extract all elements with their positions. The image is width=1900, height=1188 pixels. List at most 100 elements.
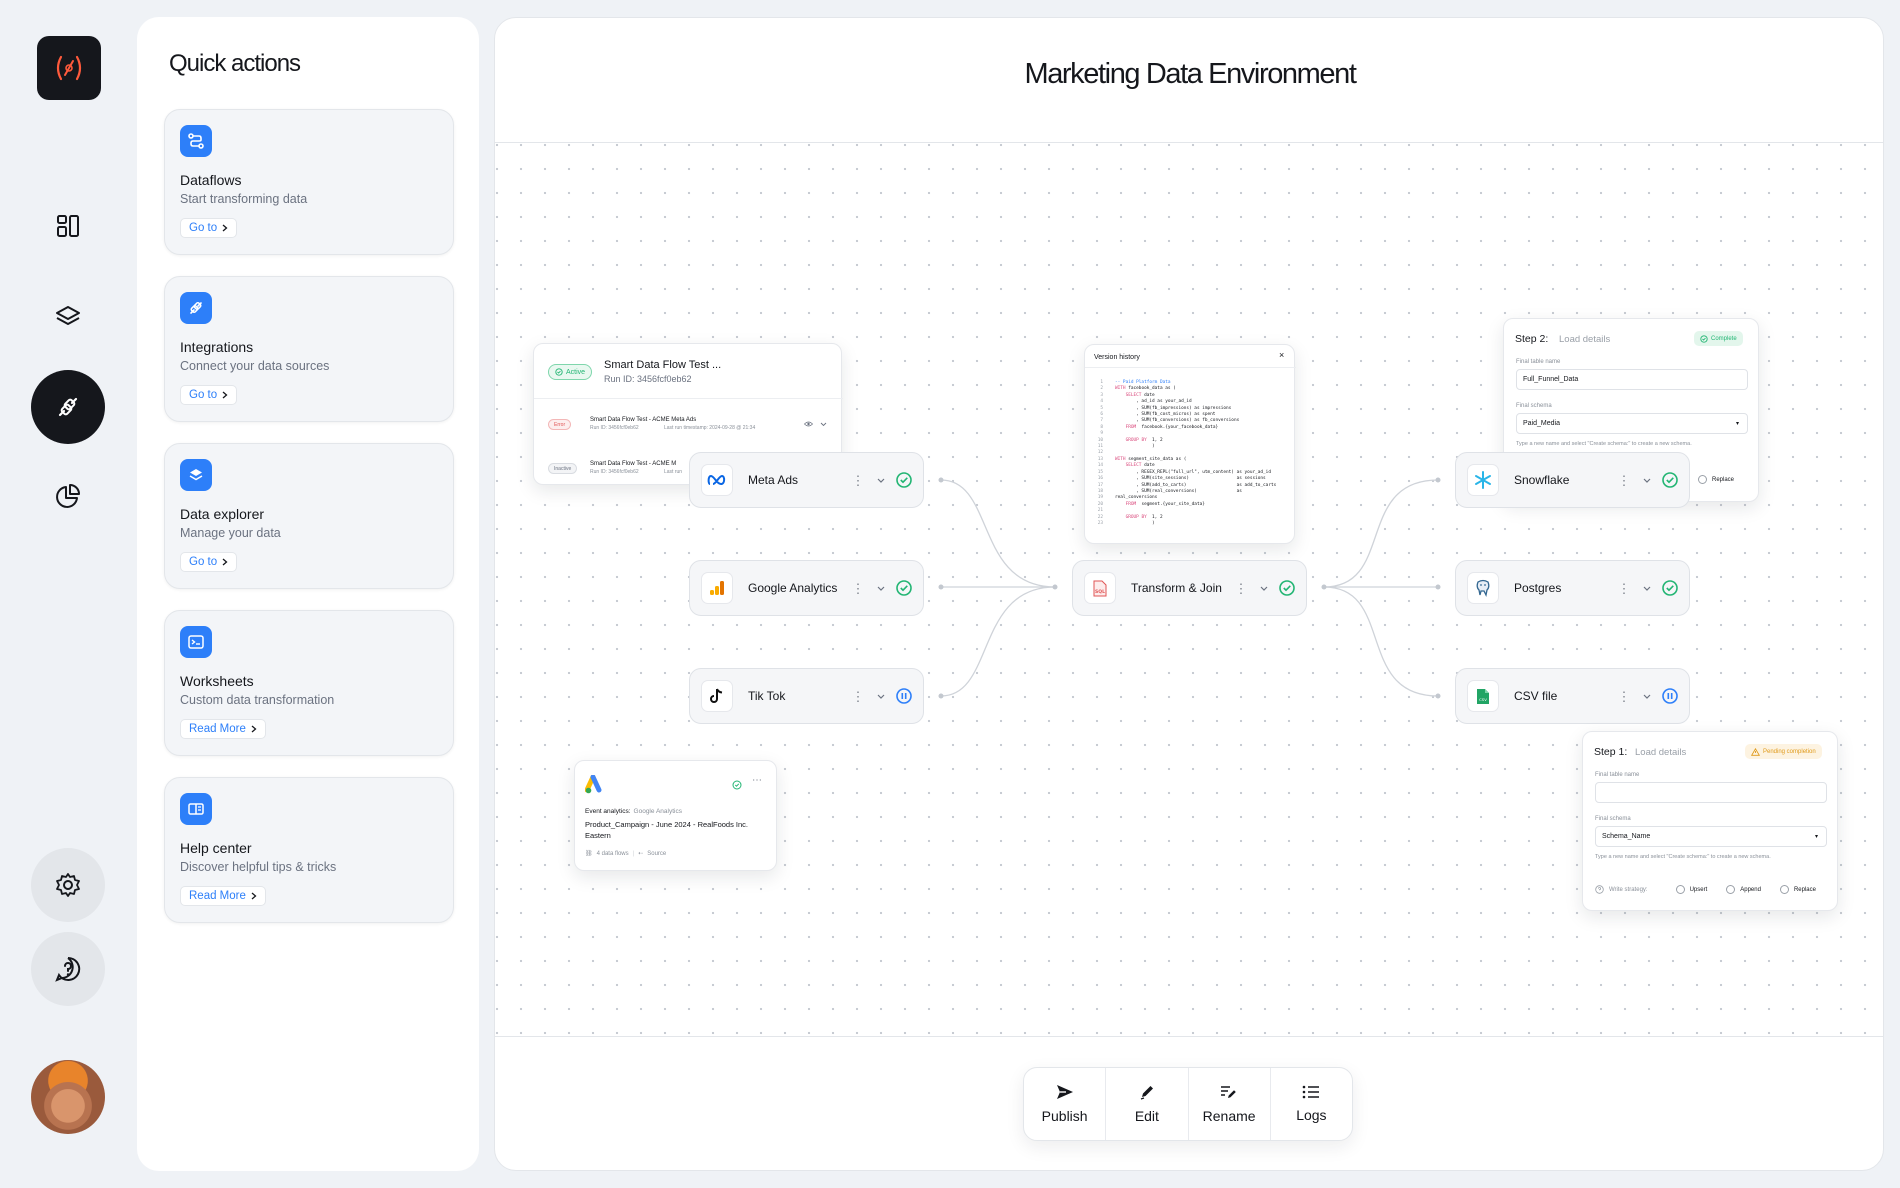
node-label: Google Analytics: [748, 581, 838, 595]
logo-icon: [56, 55, 82, 81]
edit-button[interactable]: Edit: [1106, 1068, 1189, 1140]
page-title: Marketing Data Environment: [1024, 58, 1357, 90]
chevron-down-icon[interactable]: [1639, 694, 1655, 699]
close-icon[interactable]: ×: [1279, 350, 1284, 360]
card-action-button[interactable]: Go to: [180, 218, 238, 238]
card-action-button[interactable]: Go to: [180, 552, 238, 572]
chevron-down-icon[interactable]: [1639, 478, 1655, 483]
schema-select[interactable]: Schema_Name ▾: [1595, 826, 1827, 847]
button-label: Logs: [1296, 1107, 1327, 1123]
radio-append[interactable]: [1726, 885, 1736, 894]
check-circle-icon: [1700, 334, 1708, 343]
load-details-step1-panel[interactable]: Step 1: Load details Pending completion …: [1582, 731, 1838, 911]
chevron-right-icon: [251, 725, 257, 733]
divider: [534, 398, 843, 399]
data-flows-count: 4 data flows: [596, 850, 629, 857]
nav-integrations[interactable]: [31, 370, 105, 444]
replace-option[interactable]: Replace: [1698, 475, 1734, 484]
more-vertical-icon[interactable]: ⋮: [851, 474, 865, 487]
warning-icon: [1751, 747, 1760, 756]
google-analytics-logo-icon: [701, 572, 733, 604]
google-ads-logo-icon: [585, 775, 602, 794]
table-name-label: Final table name: [1516, 359, 1561, 365]
badge-label: Complete: [1711, 335, 1737, 342]
pause-circle-icon: [1662, 688, 1678, 704]
help-icon: [55, 956, 81, 982]
more-vertical-icon[interactable]: ⋮: [851, 690, 865, 703]
node-postgres[interactable]: Postgres ⋮: [1455, 560, 1690, 616]
more-vertical-icon[interactable]: ⋮: [1617, 582, 1631, 595]
gear-icon: [56, 873, 80, 897]
nav-dashboard[interactable]: [31, 189, 105, 263]
chevron-down-icon[interactable]: [873, 586, 889, 591]
chevron-down-icon[interactable]: [1256, 586, 1272, 591]
event-label: Event analytics:: [585, 808, 631, 815]
nav-settings[interactable]: [31, 848, 105, 922]
chevron-down-icon[interactable]: [873, 478, 889, 483]
user-avatar[interactable]: [31, 1060, 105, 1134]
write-strategy-label: Write strategy:: [1609, 886, 1648, 893]
status-badge-label: Active: [566, 368, 586, 376]
nav-reports[interactable]: [31, 459, 105, 533]
main-workspace: Marketing Data Environment Active Smart …: [494, 17, 1884, 1171]
left-rail: [0, 0, 136, 1188]
schema-select[interactable]: Paid_Media ▾: [1516, 413, 1748, 434]
terminal-icon: [180, 626, 212, 658]
badge-label: Pending completion: [1763, 748, 1816, 755]
card-subtitle: Manage your data: [180, 526, 281, 540]
card-action-button[interactable]: Read More: [180, 886, 266, 906]
card-action-button[interactable]: Read More: [180, 719, 266, 739]
node-label: Snowflake: [1514, 473, 1570, 487]
chevron-down-icon[interactable]: [1639, 586, 1655, 591]
node-google-analytics[interactable]: Google Analytics ⋮: [689, 560, 924, 616]
node-csv-file[interactable]: CSV CSV file ⋮: [1455, 668, 1690, 724]
step-number: Step 1:: [1594, 746, 1628, 758]
run-id: Run ID: 3456fcf0eb62: [604, 374, 692, 384]
node-snowflake[interactable]: Snowflake ⋮: [1455, 452, 1690, 508]
chevron-down-icon[interactable]: [873, 694, 889, 699]
rename-button[interactable]: Rename: [1189, 1068, 1271, 1140]
card-worksheets[interactable]: Worksheets Custom data transformation Re…: [164, 610, 454, 756]
app-logo[interactable]: [37, 36, 101, 100]
check-circle-icon: [1662, 580, 1678, 596]
card-action-button[interactable]: Go to: [180, 385, 238, 405]
divider: [1085, 367, 1296, 368]
publish-button[interactable]: Publish: [1024, 1068, 1107, 1140]
more-vertical-icon[interactable]: ⋮: [1617, 690, 1631, 703]
radio-button[interactable]: [1698, 475, 1707, 484]
node-transform-join[interactable]: SQL Transform & Join ⋮: [1072, 560, 1307, 616]
chevron-down-icon[interactable]: [820, 422, 827, 427]
card-dataflows[interactable]: Dataflows Start transforming data Go to: [164, 109, 454, 255]
step-number: Step 2:: [1515, 333, 1549, 345]
code-editor: -- Paid Platform Data WITH facebook_data …: [1115, 380, 1276, 527]
card-data-explorer[interactable]: Data explorer Manage your data Go to: [164, 443, 454, 589]
radio-replace[interactable]: [1779, 885, 1789, 894]
version-history-panel[interactable]: Version history × 1 2 3 4 5 6 7 8 9 10 1…: [1084, 344, 1296, 544]
radio-upsert[interactable]: [1675, 885, 1685, 894]
table-name-input[interactable]: Full_Funnel_Data: [1516, 369, 1748, 390]
eye-icon[interactable]: [804, 421, 813, 427]
button-label: Rename: [1202, 1108, 1256, 1124]
card-integrations[interactable]: Integrations Connect your data sources G…: [164, 276, 454, 422]
layers-icon: [180, 459, 212, 491]
flow-canvas[interactable]: Active Smart Data Flow Test ... Run ID: …: [495, 143, 1883, 1036]
node-label: Tik Tok: [748, 689, 786, 703]
more-horizontal-icon[interactable]: ⋯: [752, 775, 762, 786]
dataflow-icon: [180, 125, 212, 157]
node-tik-tok[interactable]: Tik Tok ⋮: [689, 668, 924, 724]
event-analytics-card[interactable]: ⋯ Event analytics: Google Analytics Produ…: [574, 760, 777, 871]
card-help-center[interactable]: Help center Discover helpful tips & tric…: [164, 777, 454, 923]
step-label: Load details: [1635, 747, 1687, 758]
run-title: Smart Data Flow Test ...: [604, 359, 722, 371]
nav-help[interactable]: [31, 932, 105, 1006]
more-vertical-icon[interactable]: ⋮: [851, 582, 865, 595]
plug-icon: [58, 397, 78, 417]
logs-button[interactable]: Logs: [1271, 1068, 1352, 1140]
more-vertical-icon[interactable]: ⋮: [1617, 474, 1631, 487]
nav-layers[interactable]: [31, 279, 105, 353]
node-meta-ads[interactable]: Meta Ads ⋮: [689, 452, 924, 508]
more-vertical-icon[interactable]: ⋮: [1234, 582, 1248, 595]
table-name-input[interactable]: [1595, 782, 1827, 803]
card-action-label: Read More: [189, 890, 246, 902]
node-label: CSV file: [1514, 689, 1558, 703]
